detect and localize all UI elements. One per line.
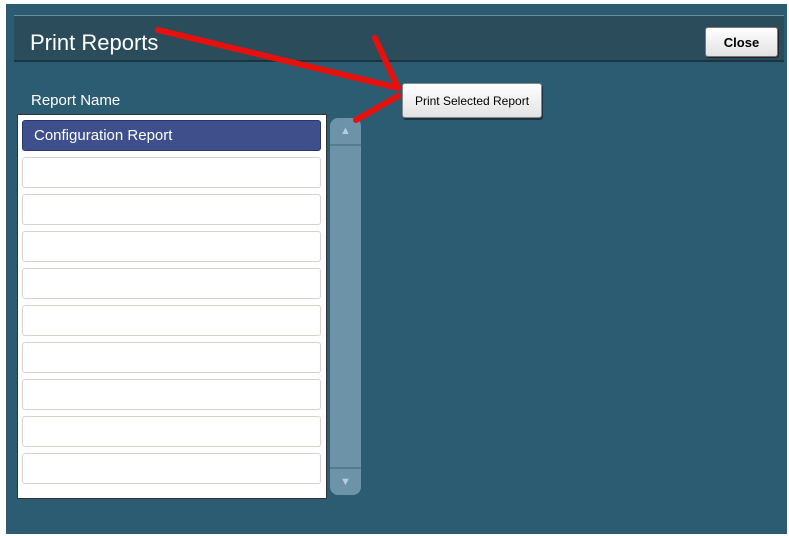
report-list-item[interactable] (22, 379, 321, 410)
report-list-item[interactable] (22, 194, 321, 225)
report-list-item[interactable] (22, 416, 321, 447)
triangle-up-icon: ▲ (340, 125, 351, 137)
close-button[interactable]: Close (705, 27, 778, 57)
report-name-column-header: Report Name (31, 92, 121, 109)
scroll-down-button[interactable]: ▼ (330, 467, 361, 495)
report-list-item[interactable] (22, 231, 321, 262)
report-list-item-configuration-report[interactable]: Configuration Report (22, 120, 321, 151)
report-list-item[interactable] (22, 342, 321, 373)
triangle-down-icon: ▼ (340, 476, 351, 488)
report-list: Configuration Report (17, 114, 327, 499)
scroll-up-button[interactable]: ▲ (330, 118, 361, 146)
report-list-item[interactable] (22, 157, 321, 188)
report-list-item[interactable] (22, 305, 321, 336)
page-title: Print Reports (30, 30, 159, 55)
report-list-item[interactable] (22, 453, 321, 484)
report-list-scrollbar[interactable]: ▲ ▼ (330, 118, 361, 495)
report-list-item[interactable] (22, 268, 321, 299)
print-selected-report-button[interactable]: Print Selected Report (402, 83, 542, 118)
